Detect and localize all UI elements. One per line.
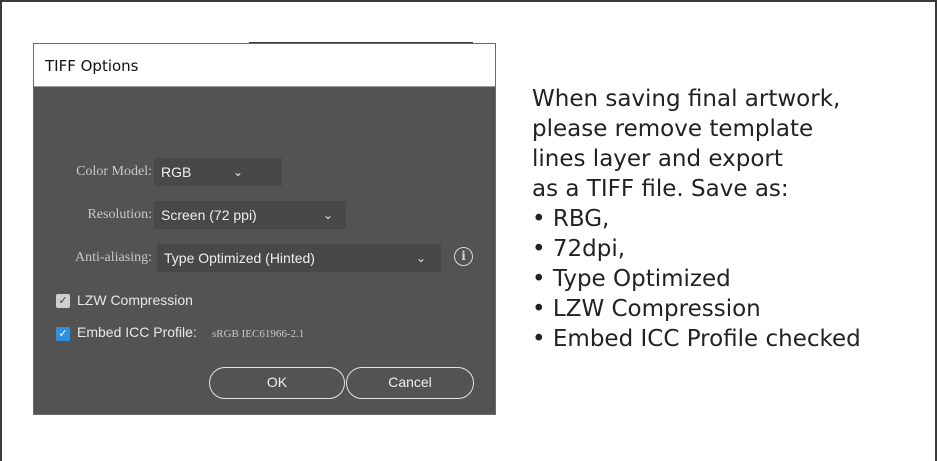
icc-profile-value: sRGB IEC61966-2.1 (212, 328, 305, 340)
bullet-item: • Type Optimized (532, 266, 731, 292)
info-icon[interactable]: i (454, 247, 473, 266)
anti-aliasing-select[interactable]: Type Optimized (Hinted) ⌄ (157, 244, 441, 272)
instruction-line: as a TIFF file. Save as: (532, 176, 789, 202)
lzw-label: LZW Compression (77, 292, 193, 308)
chevron-down-icon: ⌄ (233, 165, 244, 179)
instruction-line: lines layer and export (532, 146, 783, 172)
lzw-checkbox[interactable]: ✓ (56, 294, 70, 308)
dialog-title: TIFF Options (45, 57, 139, 75)
bullet-item: • LZW Compression (532, 296, 761, 322)
cancel-button[interactable]: Cancel (346, 367, 474, 399)
embed-icc-label: Embed ICC Profile: (77, 324, 197, 340)
tiff-options-dialog: TIFF Options Color Model: RGB ⌄ Resoluti… (33, 43, 496, 415)
embed-icc-checkbox[interactable]: ✓ (56, 327, 70, 341)
dialog-titlebar: TIFF Options (34, 44, 495, 87)
bullet-item: • RBG, (532, 206, 610, 232)
instruction-line: When saving final artwork, (532, 86, 841, 112)
resolution-select[interactable]: Screen (72 ppi) ⌄ (154, 201, 346, 229)
color-model-value: RGB (161, 164, 192, 180)
bullet-item: • 72dpi, (532, 236, 626, 262)
chevron-down-icon: ⌄ (416, 251, 427, 265)
anti-aliasing-value: Type Optimized (Hinted) (164, 250, 315, 266)
instruction-line: please remove template (532, 116, 814, 142)
ok-button[interactable]: OK (209, 367, 345, 399)
chevron-down-icon: ⌄ (323, 208, 334, 222)
bullet-item: • Embed ICC Profile checked (532, 326, 861, 352)
resolution-label: Resolution: (87, 207, 152, 222)
anti-aliasing-label: Anti-aliasing: (75, 250, 152, 265)
resolution-value: Screen (72 ppi) (161, 207, 257, 223)
export-instructions: When saving final artwork, please remove… (532, 84, 930, 354)
color-model-label: Color Model: (76, 164, 152, 179)
color-model-select[interactable]: RGB ⌄ (154, 158, 282, 186)
